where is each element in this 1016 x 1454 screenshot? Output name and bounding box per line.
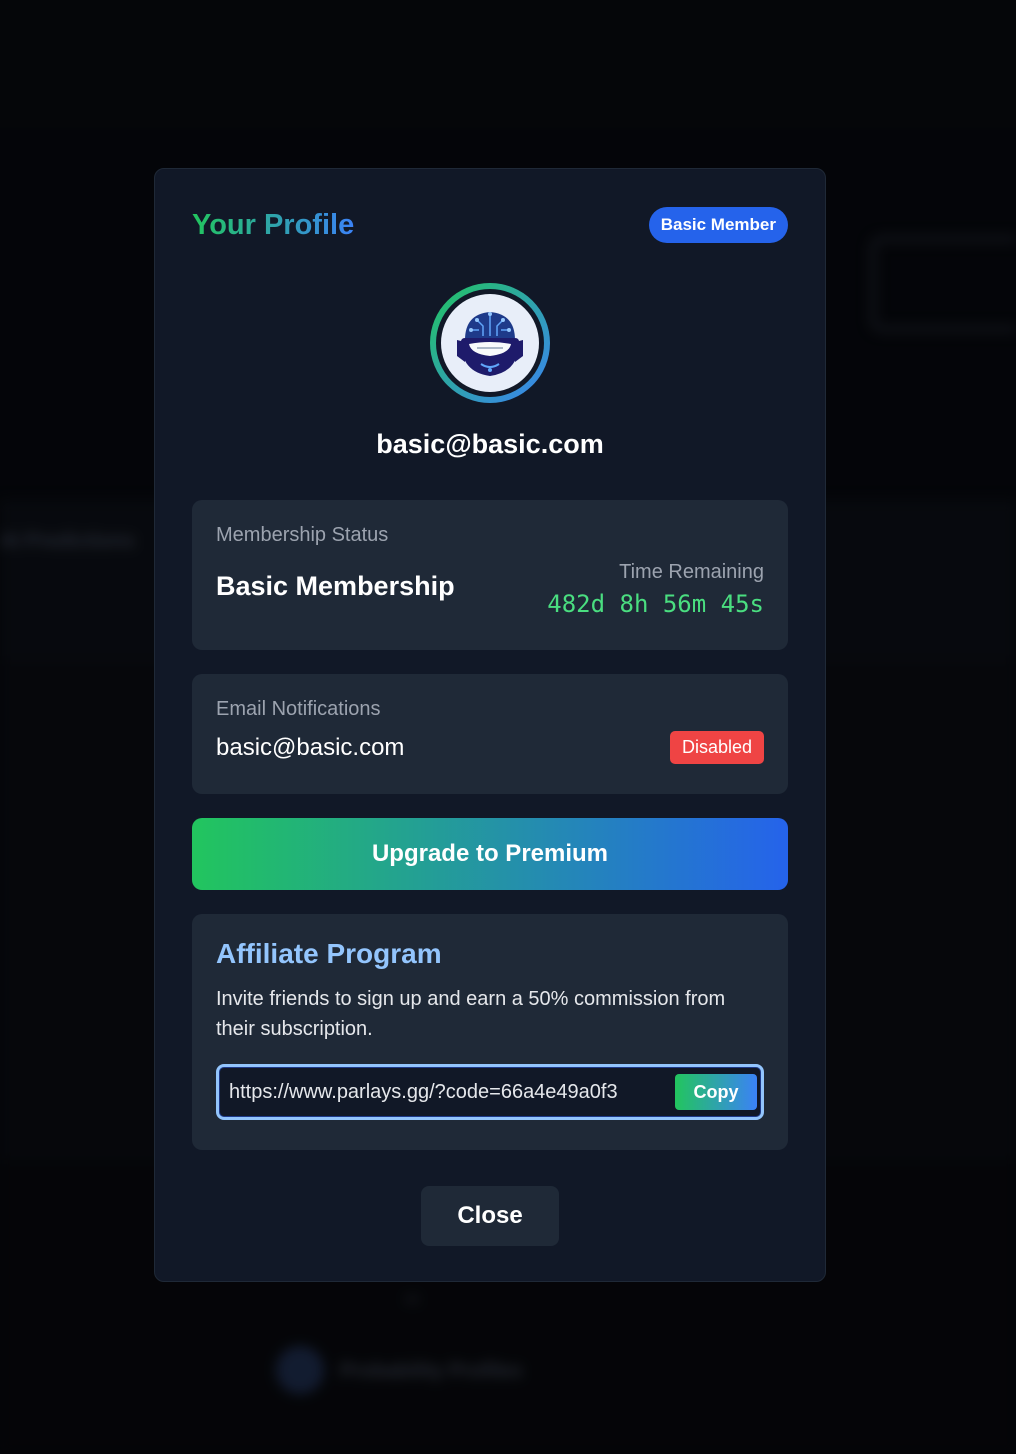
affiliate-card: Affiliate Program Invite friends to sign… (192, 914, 788, 1150)
membership-label: Membership Status (216, 524, 389, 546)
status-badge[interactable]: Disabled (669, 731, 764, 764)
affiliate-link-input[interactable] (229, 1080, 675, 1104)
robot-avatar-icon (457, 312, 523, 376)
email-notifications-card: Email Notifications basic@basic.com Disa… (192, 674, 788, 794)
notifications-email: basic@basic.com (216, 733, 405, 761)
page-title: Your Profile (192, 208, 355, 241)
member-badge: Basic Member (648, 207, 788, 243)
affiliate-description: Invite friends to sign up and earn a 50%… (216, 988, 726, 1040)
user-email: basic@basic.com (376, 429, 604, 459)
copy-button[interactable]: Copy (675, 1074, 757, 1110)
affiliate-link-field: Copy (216, 1064, 764, 1120)
close-button[interactable]: Close (421, 1186, 559, 1246)
notifications-label: Email Notifications (216, 698, 381, 720)
avatar (430, 283, 550, 403)
time-remaining: Time Remaining 482d 8h 56m 45s (547, 561, 764, 618)
profile-modal: Your Profile Basic Member basic@basic.co… (154, 168, 826, 1282)
membership-name: Basic Membership (216, 571, 455, 601)
modal-header: Your Profile Basic Member (192, 205, 788, 245)
affiliate-title: Affiliate Program (216, 938, 442, 969)
time-remaining-label: Time Remaining (619, 561, 764, 583)
time-remaining-value: 482d 8h 56m 45s (547, 590, 764, 618)
membership-card: Membership Status Basic Membership Time … (192, 500, 788, 650)
upgrade-button[interactable]: Upgrade to Premium (192, 818, 788, 890)
